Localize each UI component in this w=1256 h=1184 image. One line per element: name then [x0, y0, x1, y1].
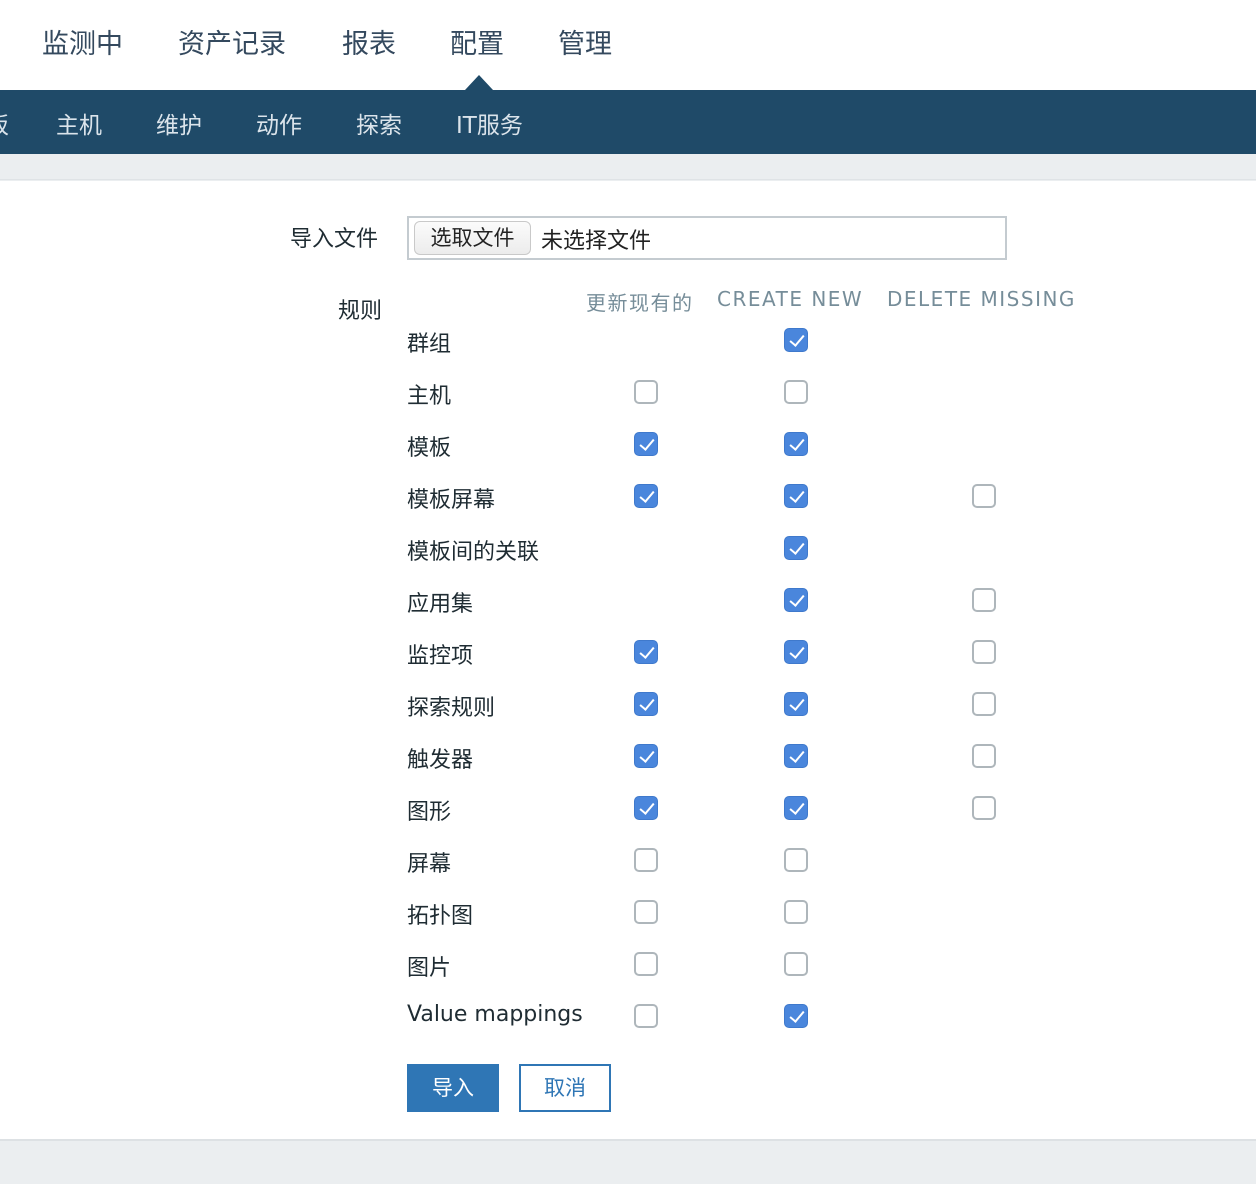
subnav-item-maintenance[interactable]: 维护	[156, 106, 202, 140]
file-status-text: 未选择文件	[541, 229, 652, 254]
create-new-checkbox[interactable]	[784, 432, 808, 456]
update-existing-checkbox[interactable]	[634, 640, 658, 664]
create-new-checkbox[interactable]	[784, 692, 808, 716]
nav-reports[interactable]: 报表	[342, 22, 396, 61]
delete-missing-checkbox[interactable]	[972, 692, 996, 716]
rule-label: 模板屏幕	[407, 488, 496, 513]
rule-label: 图形	[407, 800, 452, 825]
rule-label: 触发器	[407, 748, 474, 773]
update-existing-checkbox[interactable]	[634, 848, 658, 872]
create-new-checkbox[interactable]	[784, 484, 808, 508]
nav-inventory[interactable]: 资产记录	[178, 22, 286, 61]
rule-label: 拓扑图	[407, 904, 474, 929]
top-navigation: 监测中 资产记录 报表 配置 管理	[0, 0, 1256, 90]
update-existing-checkbox[interactable]	[634, 692, 658, 716]
rule-label: 图片	[407, 956, 452, 981]
update-existing-checkbox[interactable]	[634, 1004, 658, 1028]
create-new-checkbox[interactable]	[784, 744, 808, 768]
rule-label: 探索规则	[407, 696, 496, 721]
rule-label: 应用集	[407, 592, 474, 617]
update-existing-checkbox[interactable]	[634, 900, 658, 924]
nav-administration[interactable]: 管理	[558, 22, 612, 61]
rule-label: 模板	[407, 436, 452, 461]
rule-label: 屏幕	[407, 852, 452, 877]
update-existing-checkbox[interactable]	[634, 952, 658, 976]
delete-missing-checkbox[interactable]	[972, 744, 996, 768]
choose-file-button[interactable]: 选取文件	[414, 221, 531, 255]
subnav-item-actions[interactable]: 动作	[256, 106, 302, 140]
sub-navigation: 板 主机 维护 动作 探索 IT服务	[0, 90, 1256, 154]
rule-label: Value mappings	[407, 1002, 583, 1027]
footer	[0, 1143, 1256, 1184]
column-header-create-new: CREATE NEW	[717, 287, 864, 311]
subnav-item-it-services[interactable]: IT服务	[456, 106, 523, 140]
update-existing-checkbox[interactable]	[634, 380, 658, 404]
cancel-button[interactable]: 取消	[519, 1064, 611, 1112]
subnav-item-discovery[interactable]: 探索	[356, 106, 402, 140]
delete-missing-checkbox[interactable]	[972, 640, 996, 664]
subnav-item-hosts[interactable]: 主机	[56, 106, 102, 140]
create-new-checkbox[interactable]	[784, 640, 808, 664]
create-new-checkbox[interactable]	[784, 900, 808, 924]
create-new-checkbox[interactable]	[784, 328, 808, 352]
delete-missing-checkbox[interactable]	[972, 796, 996, 820]
update-existing-checkbox[interactable]	[634, 484, 658, 508]
rules-label: 规则	[338, 299, 383, 324]
file-input[interactable]: 选取文件 未选择文件	[407, 216, 1007, 260]
update-existing-checkbox[interactable]	[634, 432, 658, 456]
rule-label: 模板间的关联	[407, 540, 540, 565]
nav-configuration[interactable]: 配置	[450, 22, 504, 61]
import-button[interactable]: 导入	[407, 1064, 499, 1112]
delete-missing-checkbox[interactable]	[972, 484, 996, 508]
rule-label: 群组	[407, 332, 452, 357]
import-form-panel	[0, 181, 1256, 1141]
delete-missing-checkbox[interactable]	[972, 588, 996, 612]
update-existing-checkbox[interactable]	[634, 744, 658, 768]
create-new-checkbox[interactable]	[784, 952, 808, 976]
column-header-update-existing: 更新现有的	[586, 291, 694, 315]
subnav-item-templates[interactable]: 板	[0, 106, 9, 140]
update-existing-checkbox[interactable]	[634, 796, 658, 820]
create-new-checkbox[interactable]	[784, 536, 808, 560]
create-new-checkbox[interactable]	[784, 1004, 808, 1028]
column-header-delete-missing: DELETE MISSING	[887, 287, 1076, 311]
active-tab-caret	[465, 75, 493, 90]
nav-monitoring[interactable]: 监测中	[42, 22, 123, 61]
rule-label: 监控项	[407, 644, 474, 669]
import-file-label: 导入文件	[290, 227, 379, 252]
create-new-checkbox[interactable]	[784, 796, 808, 820]
create-new-checkbox[interactable]	[784, 588, 808, 612]
create-new-checkbox[interactable]	[784, 848, 808, 872]
rule-label: 主机	[407, 384, 452, 409]
header-spacer	[0, 154, 1256, 180]
create-new-checkbox[interactable]	[784, 380, 808, 404]
